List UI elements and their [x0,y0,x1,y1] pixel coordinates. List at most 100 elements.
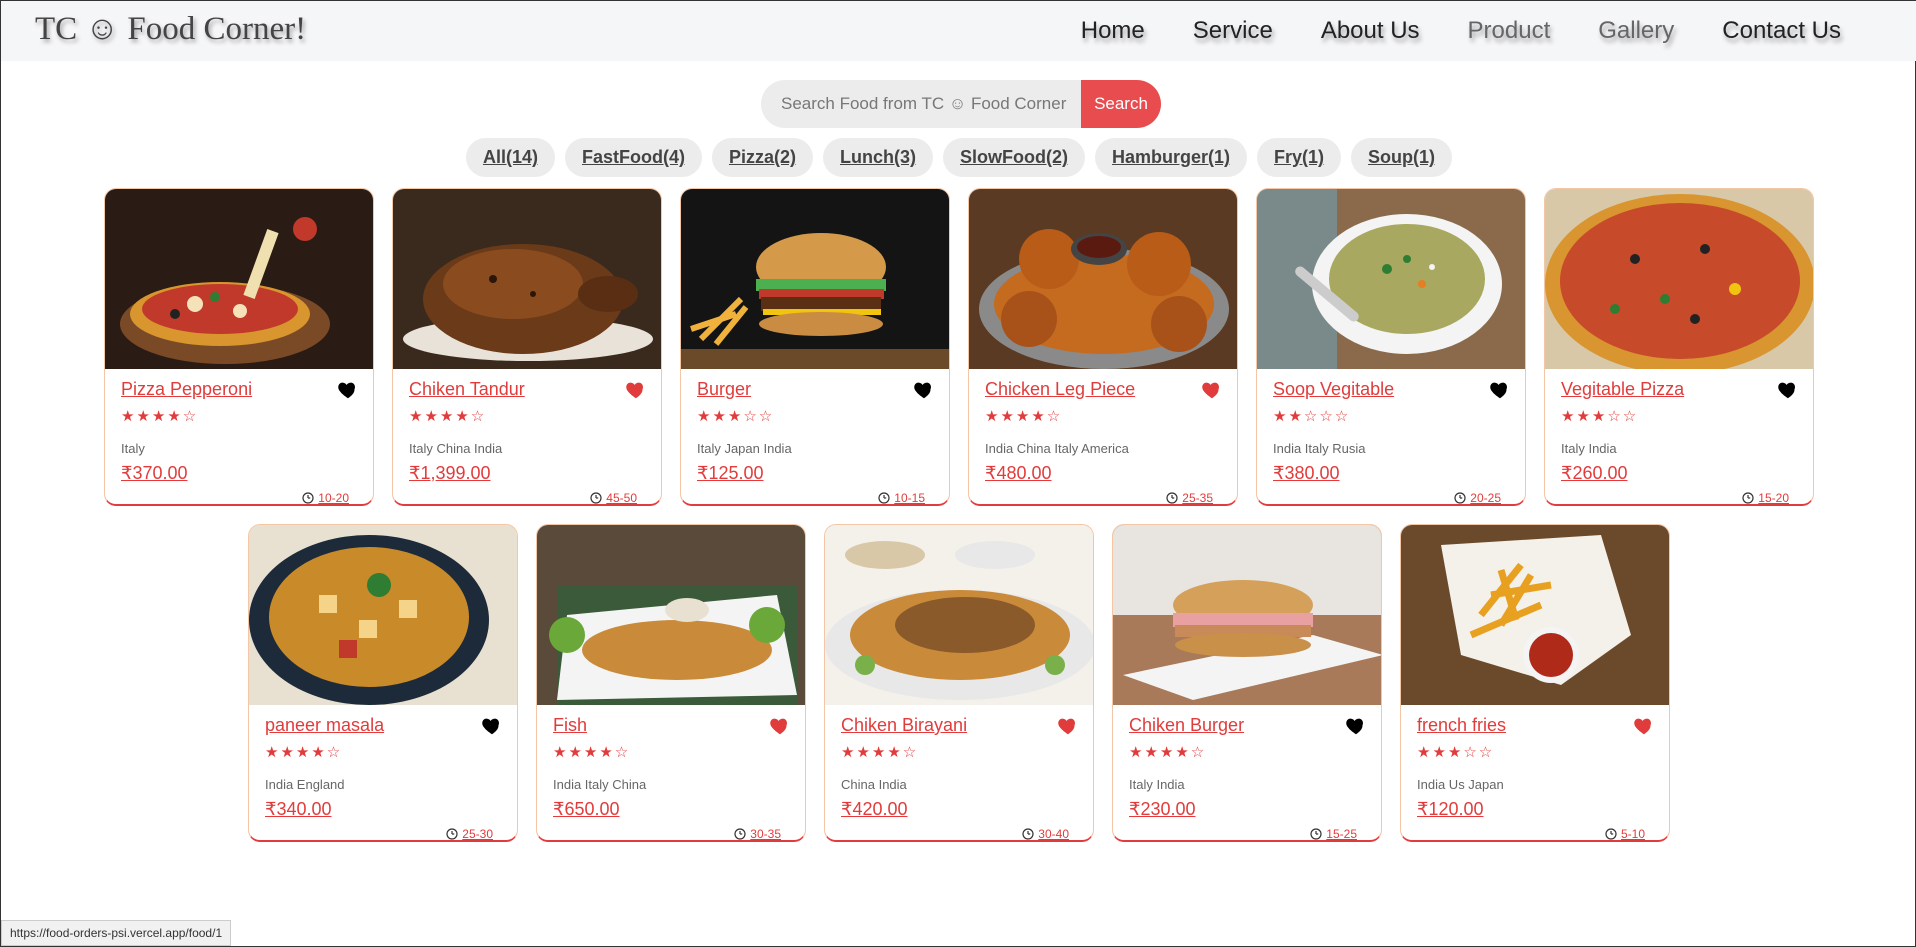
food-image[interactable] [1257,189,1525,369]
food-price[interactable]: ₹380.00 [1273,463,1340,484]
food-origins: China India [841,777,907,792]
food-name-link[interactable]: Chiken Burger [1129,715,1244,736]
clock-icon [302,492,314,504]
food-name-link[interactable]: Chiken Tandur [409,379,525,400]
star-rating: ★★★★☆ [1129,744,1207,761]
food-card[interactable]: Pizza Pepperoni ★★★★☆ Italy ₹370.00 10-20 [104,188,374,506]
food-price[interactable]: ₹260.00 [1561,463,1628,484]
food-price[interactable]: ₹125.00 [697,463,764,484]
food-name-link[interactable]: Fish [553,715,587,736]
food-price[interactable]: ₹120.00 [1417,799,1484,820]
food-name-link[interactable]: Soop Vegitable [1273,379,1394,400]
favorite-heart-icon[interactable] [913,379,935,401]
food-card[interactable]: Soop Vegitable ★★☆☆☆ India Italy Rusia ₹380… [1256,188,1526,506]
cook-time-value: 45-50 [606,491,637,505]
clock-icon [1605,828,1617,840]
tag-fastfood[interactable]: FastFood(4) [564,138,702,177]
food-image[interactable] [1545,189,1813,369]
food-price[interactable]: ₹340.00 [265,799,332,820]
food-name-link[interactable]: Vegitable Pizza [1561,379,1684,400]
food-card[interactable]: Chiken Burger ★★★★☆ Italy India ₹230.00 15-2… [1112,524,1382,842]
nav-about-us[interactable]: About Us [1321,17,1420,45]
food-card[interactable]: Fish ★★★★☆ India Italy China ₹650.00 30-35 [536,524,806,842]
food-card[interactable]: french fries ★★★☆☆ India Us Japan ₹120.00 5-… [1400,524,1670,842]
food-price[interactable]: ₹420.00 [841,799,908,820]
food-origins: India China Italy America [985,441,1129,456]
food-price[interactable]: ₹1,399.00 [409,463,491,484]
food-card[interactable]: Chiken Birayani ★★★★☆ China India ₹420.00 30… [824,524,1094,842]
cook-time-value: 30-40 [1038,827,1069,841]
food-price[interactable]: ₹370.00 [121,463,188,484]
food-image[interactable] [105,189,373,369]
clock-icon [734,828,746,840]
food-origins: India Italy Rusia [1273,441,1366,456]
food-origins: Italy China India [409,441,503,456]
food-image[interactable] [393,189,661,369]
food-image[interactable] [1401,525,1669,705]
food-image[interactable] [537,525,805,705]
food-origins: Italy India [1129,777,1185,792]
food-name-link[interactable]: paneer masala [265,715,384,736]
favorite-heart-icon[interactable] [337,379,359,401]
favorite-heart-icon[interactable] [481,715,503,737]
food-card[interactable]: paneer masala ★★★★☆ India England ₹340.00 25… [248,524,518,842]
food-card[interactable]: Vegitable Pizza ★★★☆☆ Italy India ₹260.00 15… [1544,188,1814,506]
food-image[interactable] [1113,525,1381,705]
food-price[interactable]: ₹480.00 [985,463,1052,484]
favorite-heart-icon[interactable] [1489,379,1511,401]
food-image[interactable] [825,525,1093,705]
tag-lunch[interactable]: Lunch(3) [823,138,933,177]
nav-product[interactable]: Product [1468,17,1551,45]
star-rating: ★★★★☆ [553,744,631,761]
tag-slowfood[interactable]: SlowFood(2) [943,138,1085,177]
food-price[interactable]: ₹230.00 [1129,799,1196,820]
search-input[interactable] [761,80,1081,128]
site-logo[interactable]: TC ☺ Food Corner! [35,11,306,48]
tag-pizza[interactable]: Pizza(2) [711,138,813,177]
nav-service[interactable]: Service [1193,17,1273,45]
star-rating: ★★★☆☆ [1417,744,1495,761]
food-card[interactable]: Burger ★★★☆☆ Italy Japan India ₹125.00 10-15 [680,188,950,506]
cook-time: 10-15 [878,491,925,504]
favorite-heart-icon[interactable] [1057,715,1079,737]
nav-home[interactable]: Home [1081,17,1145,45]
food-image[interactable] [969,189,1237,369]
search-button[interactable]: Search [1081,80,1161,128]
food-card[interactable]: Chiken Tandur ★★★★☆ Italy China India ₹1,39… [392,188,662,506]
food-card-body: Vegitable Pizza ★★★☆☆ Italy India ₹260.00 15… [1545,369,1813,504]
food-origins: Italy [121,441,145,456]
nav-gallery[interactable]: Gallery [1598,17,1674,45]
nav-contact-us[interactable]: Contact Us [1722,17,1841,45]
food-name-link[interactable]: Chicken Leg Piece [985,379,1135,400]
cook-time-value: 10-20 [318,491,349,505]
favorite-heart-icon[interactable] [1777,379,1799,401]
food-card-body: paneer masala ★★★★☆ India England ₹340.00 25… [249,705,517,840]
food-image[interactable] [249,525,517,705]
food-card[interactable]: Chicken Leg Piece ★★★★☆ India China Italy … [968,188,1238,506]
food-image[interactable] [681,189,949,369]
food-name-link[interactable]: french fries [1417,715,1506,736]
food-origins: Italy Japan India [697,441,792,456]
favorite-heart-icon[interactable] [1201,379,1223,401]
star-rating: ★★★☆☆ [697,408,775,425]
star-rating: ★★★★☆ [265,744,343,761]
favorite-heart-icon[interactable] [1345,715,1367,737]
favorite-heart-icon[interactable] [769,715,791,737]
favorite-heart-icon[interactable] [1633,715,1655,737]
tag-all[interactable]: All(14) [465,138,555,177]
food-name-link[interactable]: Chiken Birayani [841,715,967,736]
tag-fry[interactable]: Fry(1) [1257,138,1342,177]
tag-hamburger[interactable]: Hamburger(1) [1094,138,1248,177]
cook-time: 15-20 [1742,491,1789,504]
food-price[interactable]: ₹650.00 [553,799,620,820]
cook-time: 25-35 [1166,491,1213,504]
favorite-heart-icon[interactable] [625,379,647,401]
cook-time: 10-20 [302,491,349,505]
food-origins: India Italy China [553,777,647,792]
star-rating: ★★★★☆ [985,408,1063,425]
food-name-link[interactable]: Burger [697,379,751,400]
food-name-link[interactable]: Pizza Pepperoni [121,379,252,400]
tag-soup[interactable]: Soup(1) [1351,138,1453,177]
food-origins: India England [265,777,345,792]
clock-icon [1454,492,1466,504]
